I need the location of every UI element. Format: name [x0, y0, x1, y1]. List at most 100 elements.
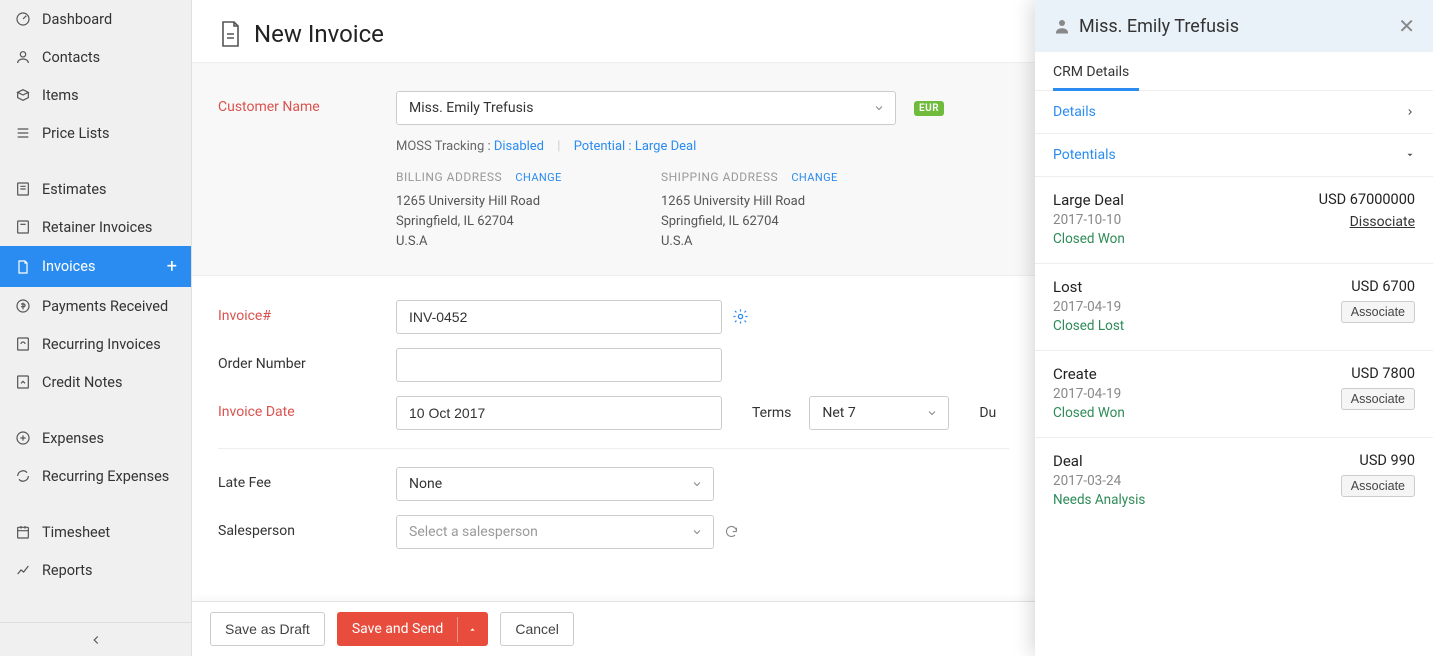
- cancel-button[interactable]: Cancel: [500, 612, 574, 646]
- save-send-button[interactable]: Save and Send: [338, 613, 458, 645]
- reports-icon: [14, 561, 32, 579]
- late-fee-select[interactable]: None: [396, 467, 714, 501]
- shipping-change-link[interactable]: CHANGE: [791, 171, 837, 184]
- potential-row: Create 2017-04-19 Closed Won USD 7800 As…: [1035, 351, 1433, 438]
- billing-address-title: BILLING ADDRESS: [396, 170, 502, 184]
- crm-panel-header: Miss. Emily Trefusis ✕: [1035, 0, 1433, 52]
- sidebar-item-timesheet[interactable]: Timesheet: [0, 513, 191, 551]
- potential-name: Deal: [1053, 452, 1145, 470]
- dashboard-icon: [14, 10, 32, 28]
- terms-select[interactable]: Net 7: [809, 396, 949, 430]
- chevron-down-icon: [1405, 150, 1415, 160]
- late-fee-label: Late Fee: [218, 467, 396, 491]
- shipping-address-line: Springfield, IL 62704: [661, 212, 926, 232]
- sidebar-item-expenses[interactable]: Expenses: [0, 419, 191, 457]
- sidebar-item-label: Estimates: [42, 181, 107, 198]
- sidebar-item-label: Recurring Invoices: [42, 336, 161, 353]
- terms-value: Net 7: [822, 405, 855, 421]
- sidebar-item-label: Dashboard: [42, 11, 112, 28]
- sidebar-item-invoices[interactable]: Invoices +: [0, 246, 191, 287]
- potential-row: Lost 2017-04-19 Closed Lost USD 6700 Ass…: [1035, 264, 1433, 351]
- person-icon: [1053, 17, 1071, 35]
- sidebar-item-reports[interactable]: Reports: [0, 551, 191, 589]
- billing-address-line: 1265 University Hill Road: [396, 192, 661, 212]
- salesperson-placeholder: Select a salesperson: [409, 524, 538, 540]
- invoice-date-label: Invoice Date: [218, 396, 396, 420]
- sidebar-item-label: Credit Notes: [42, 374, 122, 391]
- sidebar-item-credit-notes[interactable]: Credit Notes: [0, 363, 191, 401]
- contacts-icon: [14, 48, 32, 66]
- potential-status: Closed Won: [1053, 231, 1125, 247]
- potential-amount: USD 990: [1341, 452, 1415, 469]
- sidebar-item-label: Recurring Expenses: [42, 468, 169, 485]
- sidebar-item-label: Expenses: [42, 430, 104, 447]
- add-invoice-icon[interactable]: +: [167, 256, 177, 277]
- potential-amount: USD 7800: [1341, 365, 1415, 382]
- save-draft-button[interactable]: Save as Draft: [210, 612, 325, 646]
- potential-date: 2017-03-24: [1053, 473, 1145, 489]
- associate-button[interactable]: Associate: [1341, 475, 1415, 497]
- potential-row: Deal 2017-03-24 Needs Analysis USD 990 A…: [1035, 438, 1433, 524]
- chevron-down-icon: [691, 526, 703, 538]
- estimates-icon: [14, 180, 32, 198]
- details-expand[interactable]: Details: [1035, 91, 1433, 134]
- sidebar-item-label: Price Lists: [42, 125, 110, 142]
- sidebar-item-dashboard[interactable]: Dashboard: [0, 0, 191, 38]
- invoice-number-input[interactable]: [396, 300, 722, 334]
- sidebar-item-contacts[interactable]: Contacts: [0, 38, 191, 76]
- invoice-page-icon: [218, 20, 242, 48]
- sidebar-item-recurring-invoices[interactable]: Recurring Invoices: [0, 325, 191, 363]
- page-title: New Invoice: [254, 20, 384, 48]
- customer-name-select[interactable]: Miss. Emily Trefusis: [396, 91, 896, 125]
- crm-panel: Miss. Emily Trefusis ✕ CRM Details Detai…: [1035, 0, 1433, 656]
- dissociate-link[interactable]: Dissociate: [1350, 214, 1415, 230]
- associate-button[interactable]: Associate: [1341, 301, 1415, 323]
- associate-button[interactable]: Associate: [1341, 388, 1415, 410]
- retainer-icon: [14, 218, 32, 236]
- moss-tracking-link[interactable]: Disabled: [494, 139, 544, 154]
- currency-badge: EUR: [914, 101, 944, 116]
- billing-address-block: BILLING ADDRESS CHANGE 1265 University H…: [396, 168, 661, 253]
- sidebar-item-price-lists[interactable]: Price Lists: [0, 114, 191, 152]
- potential-status: Closed Won: [1053, 405, 1125, 421]
- items-icon: [14, 86, 32, 104]
- sidebar-collapse-button[interactable]: [0, 622, 192, 656]
- potential-row: Large Deal 2017-10-10 Closed Won USD 670…: [1035, 177, 1433, 264]
- crm-details-label: Details: [1053, 104, 1096, 120]
- potential-date: 2017-04-19: [1053, 299, 1124, 315]
- save-send-dropdown-toggle[interactable]: [457, 617, 487, 642]
- invoice-number-settings-icon[interactable]: [732, 300, 749, 334]
- crm-customer-name: Miss. Emily Trefusis: [1079, 16, 1239, 37]
- refresh-salesperson-icon[interactable]: [724, 515, 739, 549]
- payments-icon: [14, 297, 32, 315]
- potential-date: 2017-10-10: [1053, 212, 1125, 228]
- sidebar-item-payments-received[interactable]: Payments Received: [0, 287, 191, 325]
- salesperson-select[interactable]: Select a salesperson: [396, 515, 714, 549]
- sidebar-item-items[interactable]: Items: [0, 76, 191, 114]
- invoice-date-input[interactable]: [396, 396, 722, 430]
- close-panel-icon[interactable]: ✕: [1398, 14, 1415, 38]
- sidebar-item-label: Items: [42, 87, 79, 104]
- chevron-down-icon: [926, 407, 938, 419]
- sidebar-item-retainer-invoices[interactable]: Retainer Invoices: [0, 208, 191, 246]
- potentials-expand[interactable]: Potentials: [1035, 134, 1433, 177]
- billing-address-line: U.S.A: [396, 232, 661, 252]
- moss-tracking-label: MOSS Tracking :: [396, 139, 491, 154]
- sidebar-item-label: Timesheet: [42, 524, 110, 541]
- invoices-icon: [14, 258, 32, 276]
- sidebar-item-recurring-expenses[interactable]: Recurring Expenses: [0, 457, 191, 495]
- order-number-input[interactable]: [396, 348, 722, 382]
- potential-date: 2017-04-19: [1053, 386, 1125, 402]
- terms-label: Terms: [752, 405, 791, 421]
- potential-name: Create: [1053, 365, 1125, 383]
- crm-details-tab[interactable]: CRM Details: [1035, 52, 1433, 91]
- potential-status: Closed Lost: [1053, 318, 1124, 334]
- customer-name-value: Miss. Emily Trefusis: [409, 100, 533, 116]
- chevron-right-icon: [1405, 107, 1415, 117]
- sidebar-item-estimates[interactable]: Estimates: [0, 170, 191, 208]
- potential-link[interactable]: Potential : Large Deal: [574, 139, 697, 154]
- billing-change-link[interactable]: CHANGE: [515, 171, 561, 184]
- page-header: New Invoice: [192, 0, 1035, 63]
- billing-address-line: Springfield, IL 62704: [396, 212, 661, 232]
- potential-amount: USD 67000000: [1319, 191, 1415, 208]
